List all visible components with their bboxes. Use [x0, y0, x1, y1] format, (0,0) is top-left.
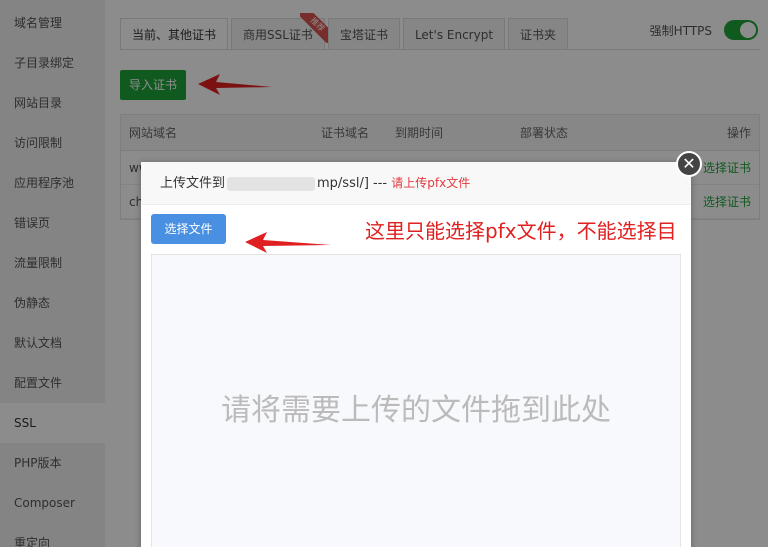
- annotation-text: 这里只能选择pfx文件，不能选择目: [365, 219, 677, 243]
- choose-file-button[interactable]: 选择文件: [151, 214, 226, 244]
- redacted-path: [227, 176, 316, 191]
- title-path: mp/ssl/]: [317, 176, 369, 191]
- close-icon[interactable]: ✕: [676, 151, 702, 177]
- drop-zone[interactable]: 请将需要上传的文件拖到此处: [151, 254, 681, 547]
- title-warning: 请上传pfx文件: [391, 176, 471, 190]
- drop-zone-text: 请将需要上传的文件拖到此处: [221, 393, 611, 428]
- title-separator: ---: [368, 176, 392, 191]
- title-prefix: 上传文件到: [160, 176, 226, 191]
- dialog-title: 上传文件到 mp/ssl/] --- 请上传pfx文件: [141, 162, 691, 205]
- annotation-arrow-choose: [245, 232, 331, 253]
